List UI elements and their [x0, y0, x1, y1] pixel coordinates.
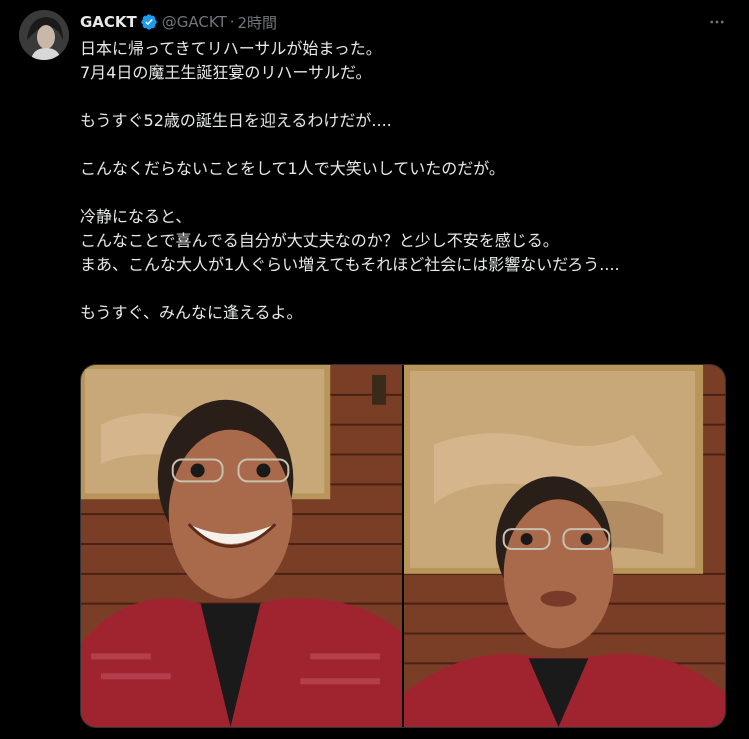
tweet-header: GACKT @GACKT · 2時間	[80, 11, 277, 33]
tweet-line-gap	[80, 181, 730, 205]
photo-2[interactable]	[404, 365, 725, 727]
tweet-line: 冷静になると、	[80, 207, 192, 226]
tweet-line-gap	[80, 85, 730, 109]
tweet-text: 日本に帰ってきてリハーサルが始まった。 7月4日の魔王生誕狂宴のリハーサルだ。 …	[80, 37, 730, 325]
tweet-line: 日本に帰ってきてリハーサルが始まった。	[80, 39, 382, 58]
tweet-line: こんなことで喜んでる自分が大丈夫なのか？と少し不安を感じる。	[80, 231, 559, 250]
tweet-timestamp[interactable]: 2時間	[238, 12, 278, 33]
tweet-line: もうすぐ52歳の誕生日を迎えるわけだが....	[80, 111, 392, 130]
more-options-icon[interactable]	[705, 10, 729, 34]
avatar[interactable]	[19, 10, 69, 60]
photo-1[interactable]	[81, 365, 402, 727]
author-handle[interactable]: @GACKT	[162, 13, 227, 31]
author-display-name[interactable]: GACKT	[80, 13, 137, 31]
tweet-card[interactable]: GACKT @GACKT · 2時間 日本に帰ってきてリハーサルが始まった。 7…	[0, 0, 749, 739]
separator-dot: ·	[229, 13, 235, 31]
tweet-line-gap	[80, 277, 730, 301]
tweet-line: まあ、こんな大人が1人ぐらい増えてもそれほど社会には影響ないだろう....	[80, 255, 620, 274]
tweet-line-gap	[80, 133, 730, 157]
verified-badge-icon	[140, 13, 158, 31]
tweet-line: 7月4日の魔王生誕狂宴のリハーサルだ。	[80, 63, 372, 82]
tweet-line: もうすぐ、みんなに逢えるよ。	[80, 303, 303, 322]
tweet-line: こんなくだらないことをして1人で大笑いしていたのだが。	[80, 159, 505, 178]
media-grid	[80, 364, 726, 728]
